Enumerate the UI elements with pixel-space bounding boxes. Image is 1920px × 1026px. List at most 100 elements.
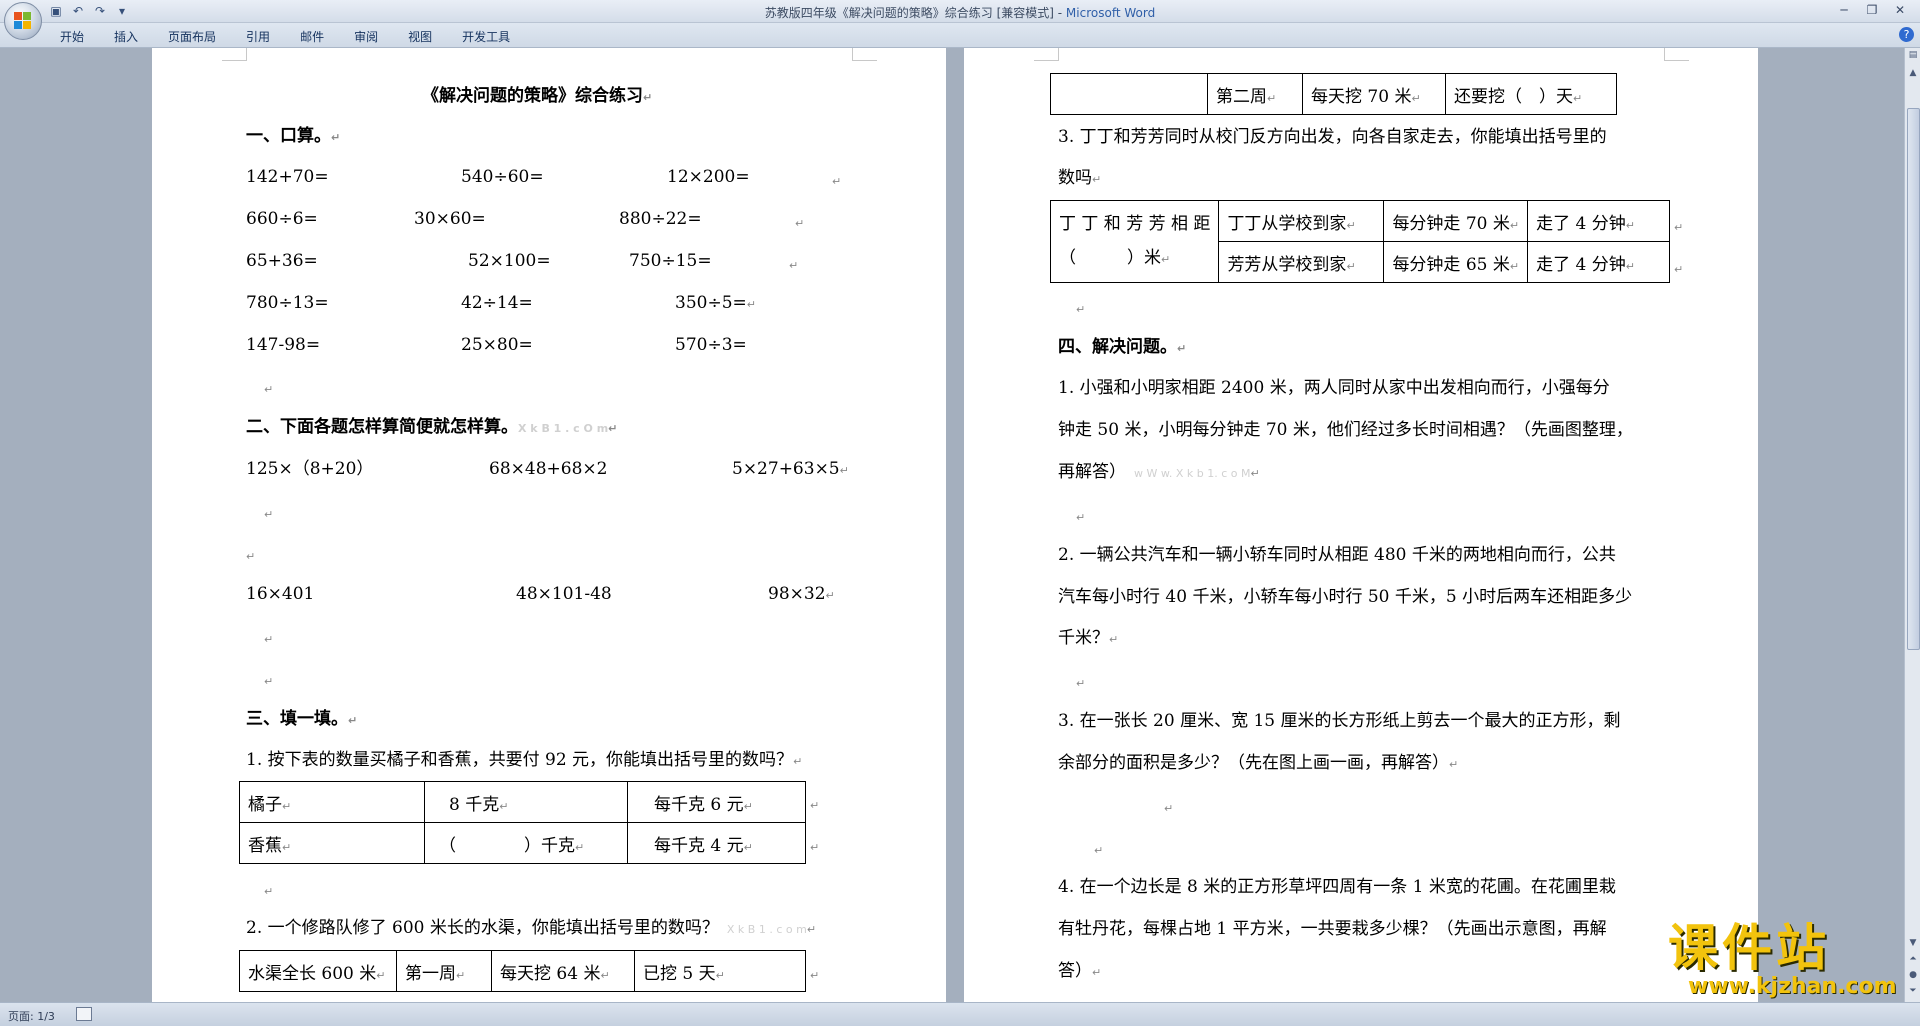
table-cell[interactable]: 还要挖（ ）天↵ bbox=[1445, 73, 1617, 115]
oral-item: 660÷6= bbox=[246, 209, 318, 229]
table-cell[interactable]: 每天挖 64 米↵ bbox=[491, 950, 635, 992]
scroll-up-icon[interactable]: ▲ bbox=[1905, 68, 1920, 82]
document-page-1[interactable]: 《解决问题的策略》综合练习↵ 一、口算。↵ 142+70= 540÷60= 12… bbox=[152, 48, 946, 1002]
scroll-down-icon[interactable]: ▼ bbox=[1905, 938, 1920, 952]
select-browse-object-icon[interactable]: ● bbox=[1905, 970, 1920, 984]
ruler-toggle-icon[interactable]: ▤ bbox=[1905, 50, 1920, 64]
table-cell[interactable]: 第一周↵ bbox=[396, 950, 492, 992]
tab-insert[interactable]: 插入 bbox=[114, 28, 138, 45]
watermark-title: 课件站 bbox=[1668, 919, 1830, 977]
table-cell[interactable]: 丁丁从学校到家↵ bbox=[1218, 200, 1385, 242]
paragraph-mark: ↵ bbox=[264, 383, 274, 396]
table-cell[interactable]: 每分钟走 70 米↵ bbox=[1383, 200, 1529, 242]
table-cell[interactable]: 8 千克↵ bbox=[424, 781, 628, 823]
close-icon[interactable]: ✕ bbox=[1886, 2, 1914, 19]
table-cell[interactable]: 走了 4 分钟↵ bbox=[1527, 200, 1670, 242]
oral-item: 142+70= bbox=[246, 167, 329, 187]
minimize-icon[interactable]: ─ bbox=[1830, 2, 1858, 19]
paragraph-mark: ↵ bbox=[246, 550, 256, 563]
table-cell[interactable]: 每分钟走 65 米↵ bbox=[1383, 241, 1529, 283]
paragraph-mark: ↵ bbox=[810, 969, 820, 982]
simplify-item: 48×101-48 bbox=[516, 584, 612, 604]
paragraph-mark: ↵ bbox=[789, 259, 799, 272]
paragraph-mark: ↵ bbox=[264, 885, 274, 898]
page-count[interactable]: 页面: 1/3 bbox=[8, 1008, 55, 1024]
table-cell[interactable]: 每千克 4 元↵ bbox=[627, 822, 806, 864]
section-heading: 四、解决问题。↵ bbox=[1058, 337, 1187, 357]
table-cell[interactable]: 橘子↵ bbox=[239, 781, 425, 823]
simplify-item: 68×48+68×2 bbox=[489, 459, 608, 479]
oral-item: 880÷22= bbox=[619, 209, 702, 229]
tab-developer[interactable]: 开发工具 bbox=[462, 28, 510, 45]
oral-item: 540÷60= bbox=[461, 167, 544, 187]
tab-review[interactable]: 审阅 bbox=[354, 28, 378, 45]
problem-2-line: 千米？↵ bbox=[1058, 628, 1119, 648]
table-cell[interactable]: 香蕉↵ bbox=[239, 822, 425, 864]
oral-item: 12×200= bbox=[667, 167, 750, 187]
table-cell[interactable]: 第二周↵ bbox=[1207, 73, 1303, 115]
oral-item: 780÷13= bbox=[246, 293, 329, 313]
canal-table-week2: 第二周↵ 每天挖 70 米↵ 还要挖（ ）天↵ bbox=[1050, 73, 1617, 115]
section-heading: 二、下面各题怎样算简便就怎样算。X k B 1 . c O m↵ bbox=[246, 417, 618, 437]
table-cell[interactable]: （ ）千克↵ bbox=[424, 822, 628, 864]
paragraph-mark: ↵ bbox=[832, 175, 842, 188]
table-row: 水渠全长 600 米↵ 第一周↵ 每天挖 64 米↵ 已挖 5 天↵ bbox=[239, 950, 806, 992]
problem-3-line: 3. 在一张长 20 厘米、宽 15 厘米的长方形纸上剪去一个最大的正方形，剩 bbox=[1058, 711, 1621, 731]
table-cell[interactable]: 每千克 6 元↵ bbox=[627, 781, 806, 823]
table-cell[interactable]: 每天挖 70 米↵ bbox=[1302, 73, 1446, 115]
table-cell[interactable]: 芳芳从学校到家↵ bbox=[1218, 241, 1385, 283]
site-watermark: 课件站 www.kjzhan.com bbox=[1668, 920, 1898, 1000]
simplify-item: 98×32↵ bbox=[768, 584, 835, 604]
fruit-table: 橘子↵ 8 千克↵ 每千克 6 元↵ 香蕉↵ （ ）千克↵ 每千克 4 元↵ bbox=[239, 781, 806, 864]
problem-4-line: 4. 在一个边长是 8 米的正方形草坪四周有一条 1 米宽的花圃。在花圃里栽 bbox=[1058, 877, 1616, 897]
question-text: 2. 一个修路队修了 600 米长的水渠，你能填出括号里的数吗？ X k B 1 … bbox=[246, 918, 817, 938]
title-bar: ▣ ↶ ↷ ▾ 苏教版四年级《解决问题的策略》综合练习 [兼容模式] - Mic… bbox=[0, 0, 1920, 23]
proofing-icon[interactable] bbox=[76, 1007, 92, 1021]
problem-3-line: 余部分的面积是多少？（先在图上画一画，再解答）↵ bbox=[1058, 753, 1459, 773]
next-page-icon[interactable]: ⏷ bbox=[1905, 986, 1920, 1000]
paragraph-mark: ↵ bbox=[795, 217, 805, 230]
question-text: 数吗↵ bbox=[1058, 168, 1102, 188]
question-text: 3. 丁丁和芳芳同时从校门反方向出发，向各自家走去，你能填出括号里的 bbox=[1058, 127, 1607, 147]
status-bar: 页面: 1/3 bbox=[0, 1002, 1920, 1026]
problem-2-line: 2. 一辆公共汽车和一辆小轿车同时从相距 480 千米的两地相向而行，公共 bbox=[1058, 545, 1616, 565]
maximize-icon[interactable]: ❐ bbox=[1858, 2, 1886, 19]
paragraph-mark: ↵ bbox=[1674, 221, 1684, 234]
watermark-url: www.kjzhan.com bbox=[1688, 974, 1897, 999]
paragraph-mark: ↵ bbox=[1076, 677, 1086, 690]
vertical-scrollbar[interactable]: ▤ ▲ ▼ ⏶ ● ⏷ bbox=[1904, 48, 1920, 1002]
table-row: 香蕉↵ （ ）千克↵ 每千克 4 元↵ bbox=[239, 822, 806, 864]
paragraph-mark: ↵ bbox=[810, 841, 820, 854]
tab-view[interactable]: 视图 bbox=[408, 28, 432, 45]
tab-references[interactable]: 引用 bbox=[246, 28, 270, 45]
table-cell[interactable]: 水渠全长 600 米↵ bbox=[239, 950, 397, 992]
table-row: 丁 丁 和 芳 芳 相 距 （ ）米↵ 丁丁从学校到家↵ 每分钟走 70 米↵ … bbox=[1049, 200, 1670, 283]
paragraph-mark: ↵ bbox=[264, 508, 274, 521]
problem-4-line: 答）↵ bbox=[1058, 961, 1102, 981]
scroll-thumb[interactable] bbox=[1907, 108, 1920, 650]
paragraph-mark: ↵ bbox=[1094, 844, 1104, 857]
problem-1-line: 钟走 50 米，小明每分钟走 70 米，他们经过多长时间相遇？（先画图整理， bbox=[1058, 420, 1633, 440]
ribbon-tabs: 开始 插入 页面布局 引用 邮件 审阅 视图 开发工具 bbox=[60, 28, 540, 45]
paragraph-mark: ↵ bbox=[264, 633, 274, 646]
question-text: 1. 按下表的数量买橘子和香蕉，共要付 92 元，你能填出括号里的数吗？↵ bbox=[246, 750, 803, 770]
tab-home[interactable]: 开始 bbox=[60, 28, 84, 45]
previous-page-icon[interactable]: ⏶ bbox=[1905, 954, 1920, 968]
margin-mark bbox=[1664, 48, 1689, 61]
table-cell[interactable]: 走了 4 分钟↵ bbox=[1527, 241, 1670, 283]
oral-item: 570÷3= bbox=[675, 335, 747, 355]
table-cell[interactable]: 已挖 5 天↵ bbox=[634, 950, 806, 992]
table-cell[interactable]: 丁 丁 和 芳 芳 相 距 （ ）米↵ bbox=[1049, 200, 1220, 283]
office-button[interactable] bbox=[4, 2, 42, 40]
help-icon[interactable]: ? bbox=[1899, 27, 1914, 42]
oral-item: 52×100= bbox=[468, 251, 551, 271]
document-page-2[interactable]: 第二周↵ 每天挖 70 米↵ 还要挖（ ）天↵ 3. 丁丁和芳芳同时从校门反方向… bbox=[964, 48, 1758, 1002]
tab-page-layout[interactable]: 页面布局 bbox=[168, 28, 216, 45]
table-cell[interactable] bbox=[1050, 73, 1208, 115]
oral-item: 42÷14= bbox=[461, 293, 533, 313]
tab-mailings[interactable]: 邮件 bbox=[300, 28, 324, 45]
problem-1-line: 再解答） w W w. X k b 1. c o M↵ bbox=[1058, 462, 1260, 482]
table-row: 第二周↵ 每天挖 70 米↵ 还要挖（ ）天↵ bbox=[1050, 73, 1617, 115]
oral-item: 25×80= bbox=[461, 335, 533, 355]
problem-4-line: 有牡丹花，每棵占地 1 平方米，一共要栽多少棵？（先画出示意图，再解 bbox=[1058, 919, 1607, 939]
